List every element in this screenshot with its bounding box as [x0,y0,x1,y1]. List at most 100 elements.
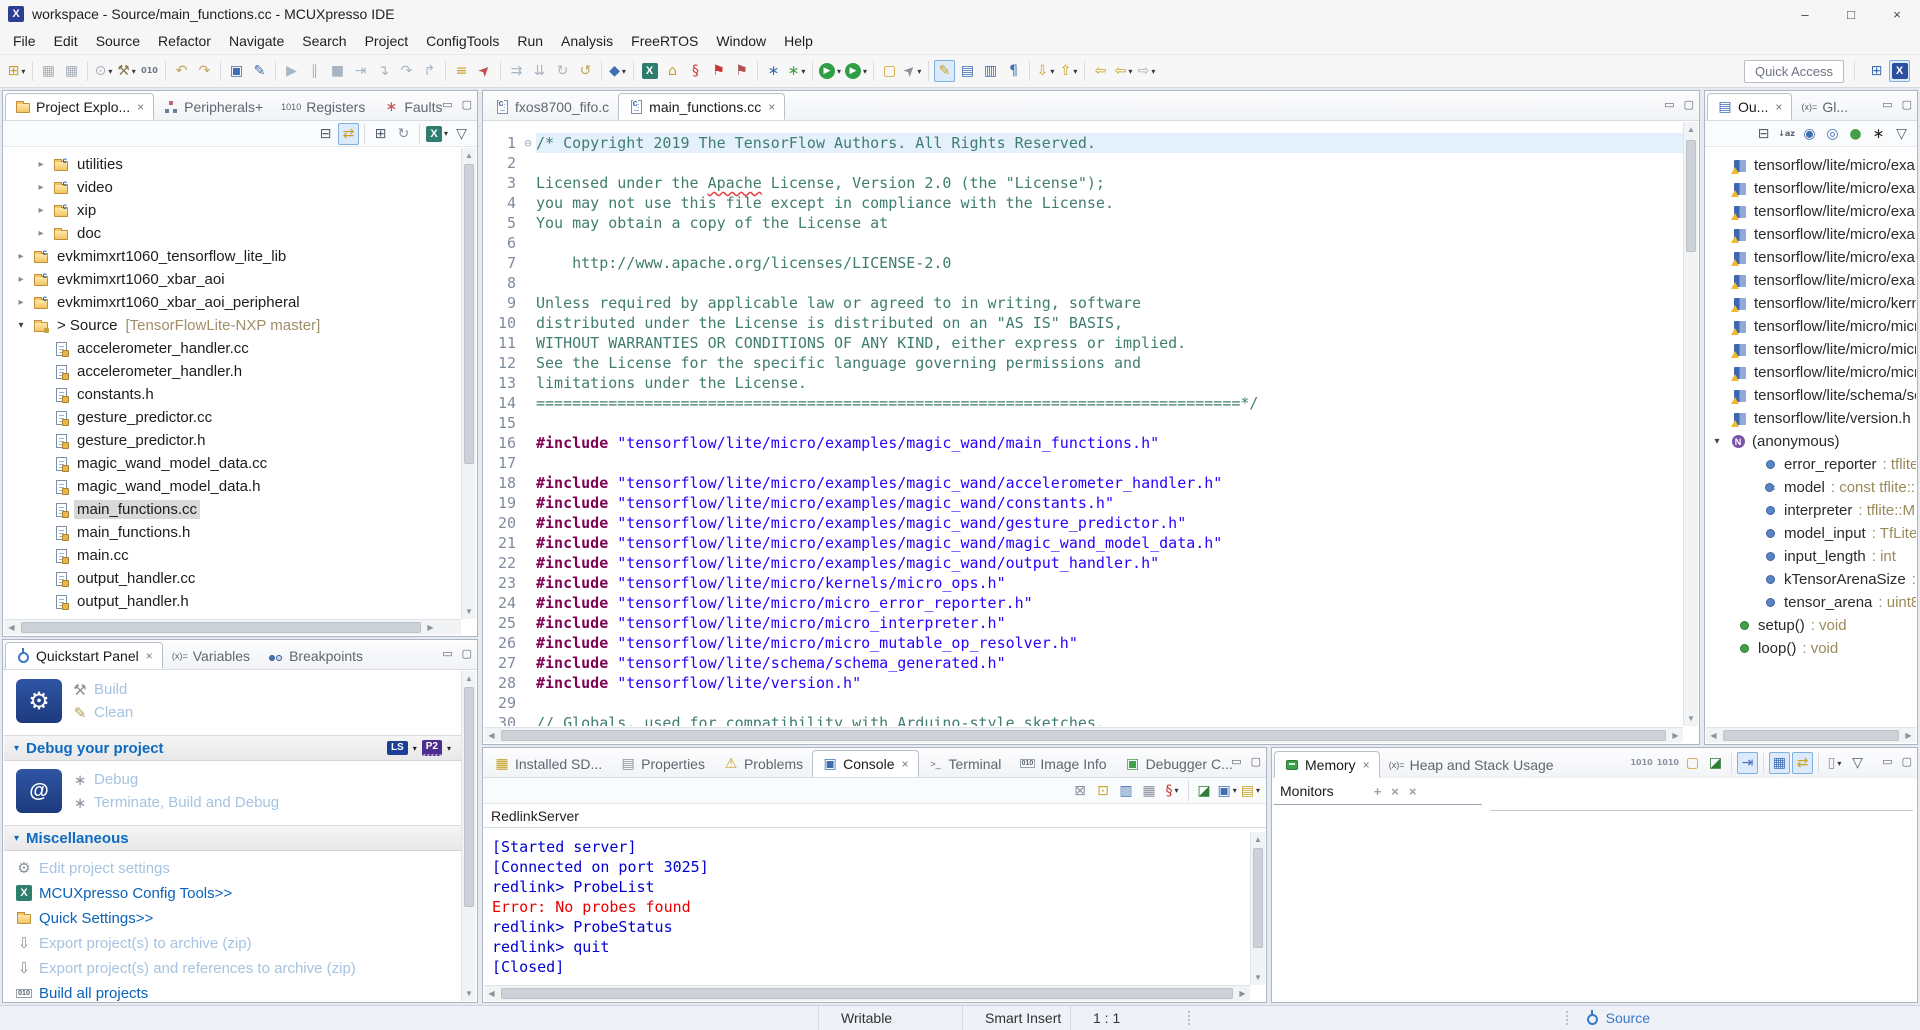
undo-button[interactable]: ↶ [171,60,192,82]
code-text[interactable]: limitations under the License. [536,373,1683,393]
tree-item-gesture-predictor-h[interactable]: gesture_predictor.h [4,429,461,452]
home-button[interactable]: ⌂ [662,60,683,82]
fold-icon[interactable]: ⊖ [520,133,536,153]
hide-non-public-button[interactable]: ● [1845,123,1866,145]
line-number[interactable]: 22 [484,553,520,573]
code-text[interactable]: #include "tensorflow/lite/micro/examples… [536,513,1683,533]
tree-item-magic-wand-model-data-h[interactable]: magic_wand_model_data.h [4,475,461,498]
menu-window[interactable]: Window [707,30,775,52]
scroll-down-icon[interactable]: ▼ [1251,970,1265,985]
line-number[interactable]: 14 [484,393,520,413]
code-text[interactable] [536,153,1683,173]
new-wizard-button[interactable]: ⊞▾ [6,60,27,82]
tree-item-main-functions-cc[interactable]: main_functions.cc [4,498,461,521]
editor-tab-fxos8700-fifo-c[interactable]: fxos8700_fifo.c [485,93,618,120]
restart-button[interactable]: ➤ [474,60,495,82]
code-text[interactable] [536,693,1683,713]
line-number[interactable]: 27 [484,653,520,673]
code-text[interactable]: ========================================… [536,393,1683,413]
code-text[interactable]: #include "tensorflow/lite/micro/examples… [536,533,1683,553]
code-text[interactable]: distributed under the License is distrib… [536,313,1683,333]
expand-arrow-icon[interactable]: ▸ [14,251,28,262]
line-number[interactable]: 28 [484,673,520,693]
hide-static-members-button[interactable]: ◎ [1822,123,1843,145]
line-number[interactable]: 30 [484,713,520,726]
back-button[interactable]: ⇦▾ [1113,60,1134,82]
quickstart-action-mcuxpresso-config-tools[interactable]: XMCUXpresso Config Tools>> [16,882,461,904]
quickstart-action-clean[interactable]: ✎Clean [72,704,133,721]
outline-item-tensorflow-lite-micro-examples[interactable]: tensorflow/lite/micro/examples/magic_wan… [1706,177,1916,200]
maximize-view-icon[interactable]: ▢ [1902,755,1912,768]
outline-tab-gl[interactable]: (x)=Gl... [1792,93,1857,120]
scroll-down-icon[interactable]: ▼ [1684,711,1698,726]
editor-hscrollbar[interactable]: ◀ ▶ [484,727,1683,743]
open-element-button[interactable]: ▢ [879,60,900,82]
quickstart-action-export-project-s-to-archive-zip[interactable]: ⇩Export project(s) to archive (zip) [16,932,461,954]
link-console-button[interactable]: §▾ [1162,780,1183,802]
debug-section-header[interactable]: ▾ Debug your project LS ▾ P2 ▾ [4,735,461,761]
close-tab-icon[interactable]: × [901,757,908,771]
line-number[interactable]: 12 [484,353,520,373]
collapse-section-icon[interactable]: ▾ [14,743,19,754]
maximize-view-icon[interactable]: ▢ [1902,98,1912,111]
toggle-split-button[interactable]: ▦ [1769,752,1790,774]
menu-analysis[interactable]: Analysis [552,30,622,52]
outline-item-tensor-arena[interactable]: tensor_arena : uint8_t[kTensorArenaSize] [1706,591,1916,614]
outline-item-tensorflow-lite-micro-examples[interactable]: tensorflow/lite/micro/examples/magic_wan… [1706,200,1916,223]
scroll-up-icon[interactable]: ▲ [462,671,476,686]
line-number[interactable]: 1 [484,133,520,153]
annotate-button[interactable]: ✎ [249,60,270,82]
menu-project[interactable]: Project [356,30,418,52]
quickstart-vscrollbar[interactable]: ▲ ▼ [461,671,476,1001]
code-text[interactable]: #include "tensorflow/lite/micro/micro_er… [536,593,1683,613]
quickstart-tab-breakpoints[interactable]: Breakpoints [259,642,372,669]
expand-arrow-icon[interactable]: ▸ [34,228,48,239]
console-tab-console[interactable]: ▣Console× [812,750,918,777]
probe-discovery-button[interactable]: ⚑ [731,60,752,82]
quick-access-box[interactable]: Quick Access [1744,60,1844,83]
outline-item-tensorflow-lite-micro-micro-in[interactable]: tensorflow/lite/micro/micro_interpreter.… [1706,338,1916,361]
instruction-stepping-button[interactable]: ≡ [451,60,472,82]
config-tools-button[interactable]: X [639,60,660,82]
console-tab-image-info[interactable]: 010Image Info [1010,750,1115,777]
layout-button[interactable]: ▯▾ [1824,752,1845,774]
tree-item-constants-h[interactable]: constants.h [4,383,461,406]
close-tab-icon[interactable]: × [146,649,153,663]
mcux-filter-button[interactable]: X▾ [425,123,449,145]
outline-item-anonymous[interactable]: ▾N(anonymous) [1706,430,1916,453]
expand-arrow-icon[interactable]: ▾ [1710,436,1724,447]
expand-arrow-icon[interactable]: ▸ [34,205,48,216]
outline-item-tensorflow-lite-version-h[interactable]: tensorflow/lite/version.h [1706,407,1916,430]
scroll-up-icon[interactable]: ▲ [1251,832,1265,847]
code-text[interactable]: WITHOUT WARRANTIES OR CONDITIONS OF ANY … [536,333,1683,353]
close-tab-icon[interactable]: × [768,100,775,114]
view-menu-button[interactable]: ▽ [451,123,472,145]
code-text[interactable]: #include "tensorflow/lite/micro/kernels/… [536,573,1683,593]
remove-monitor-button[interactable]: × [1409,784,1417,799]
close-window-button[interactable]: × [1874,0,1920,28]
project-tree-vscrollbar[interactable]: ▲ ▼ [461,148,476,619]
line-number[interactable]: 5 [484,213,520,233]
remove-monitor-button[interactable]: × [1391,784,1399,799]
menu-help[interactable]: Help [775,30,822,52]
line-number[interactable]: 4 [484,193,520,213]
last-edit-button[interactable]: ⇦ [1090,60,1111,82]
maximize-view-icon[interactable]: ▢ [462,647,472,660]
line-number[interactable]: 15 [484,413,520,433]
tree-item-main-cc[interactable]: main.cc [4,544,461,567]
code-text[interactable]: #include "tensorflow/lite/micro/examples… [536,473,1683,493]
scroll-down-icon[interactable]: ▼ [462,604,476,619]
minimize-view-icon[interactable]: ▭ [1882,755,1892,768]
explorer-tab-faults[interactable]: ∗Faults [374,93,451,120]
step-into-button[interactable]: ↴ [373,60,394,82]
terminate-button[interactable]: ■ [327,60,348,82]
line-number[interactable]: 21 [484,533,520,553]
outline-item-tensorflow-lite-micro-examples[interactable]: tensorflow/lite/micro/examples/magic_wan… [1706,223,1916,246]
outline-tab-ou[interactable]: ▤Ou...× [1707,93,1792,120]
editor-vscrollbar[interactable]: ▲ ▼ [1683,122,1698,726]
outline-item-tensorflow-lite-micro-micro-mu[interactable]: tensorflow/lite/micro/micro_mutable_op_r… [1706,361,1916,384]
line-number[interactable]: 9 [484,293,520,313]
instr-step-into-button[interactable]: ⇊ [529,60,550,82]
line-number[interactable]: 29 [484,693,520,713]
expand-arrow-icon[interactable]: ▸ [14,274,28,285]
